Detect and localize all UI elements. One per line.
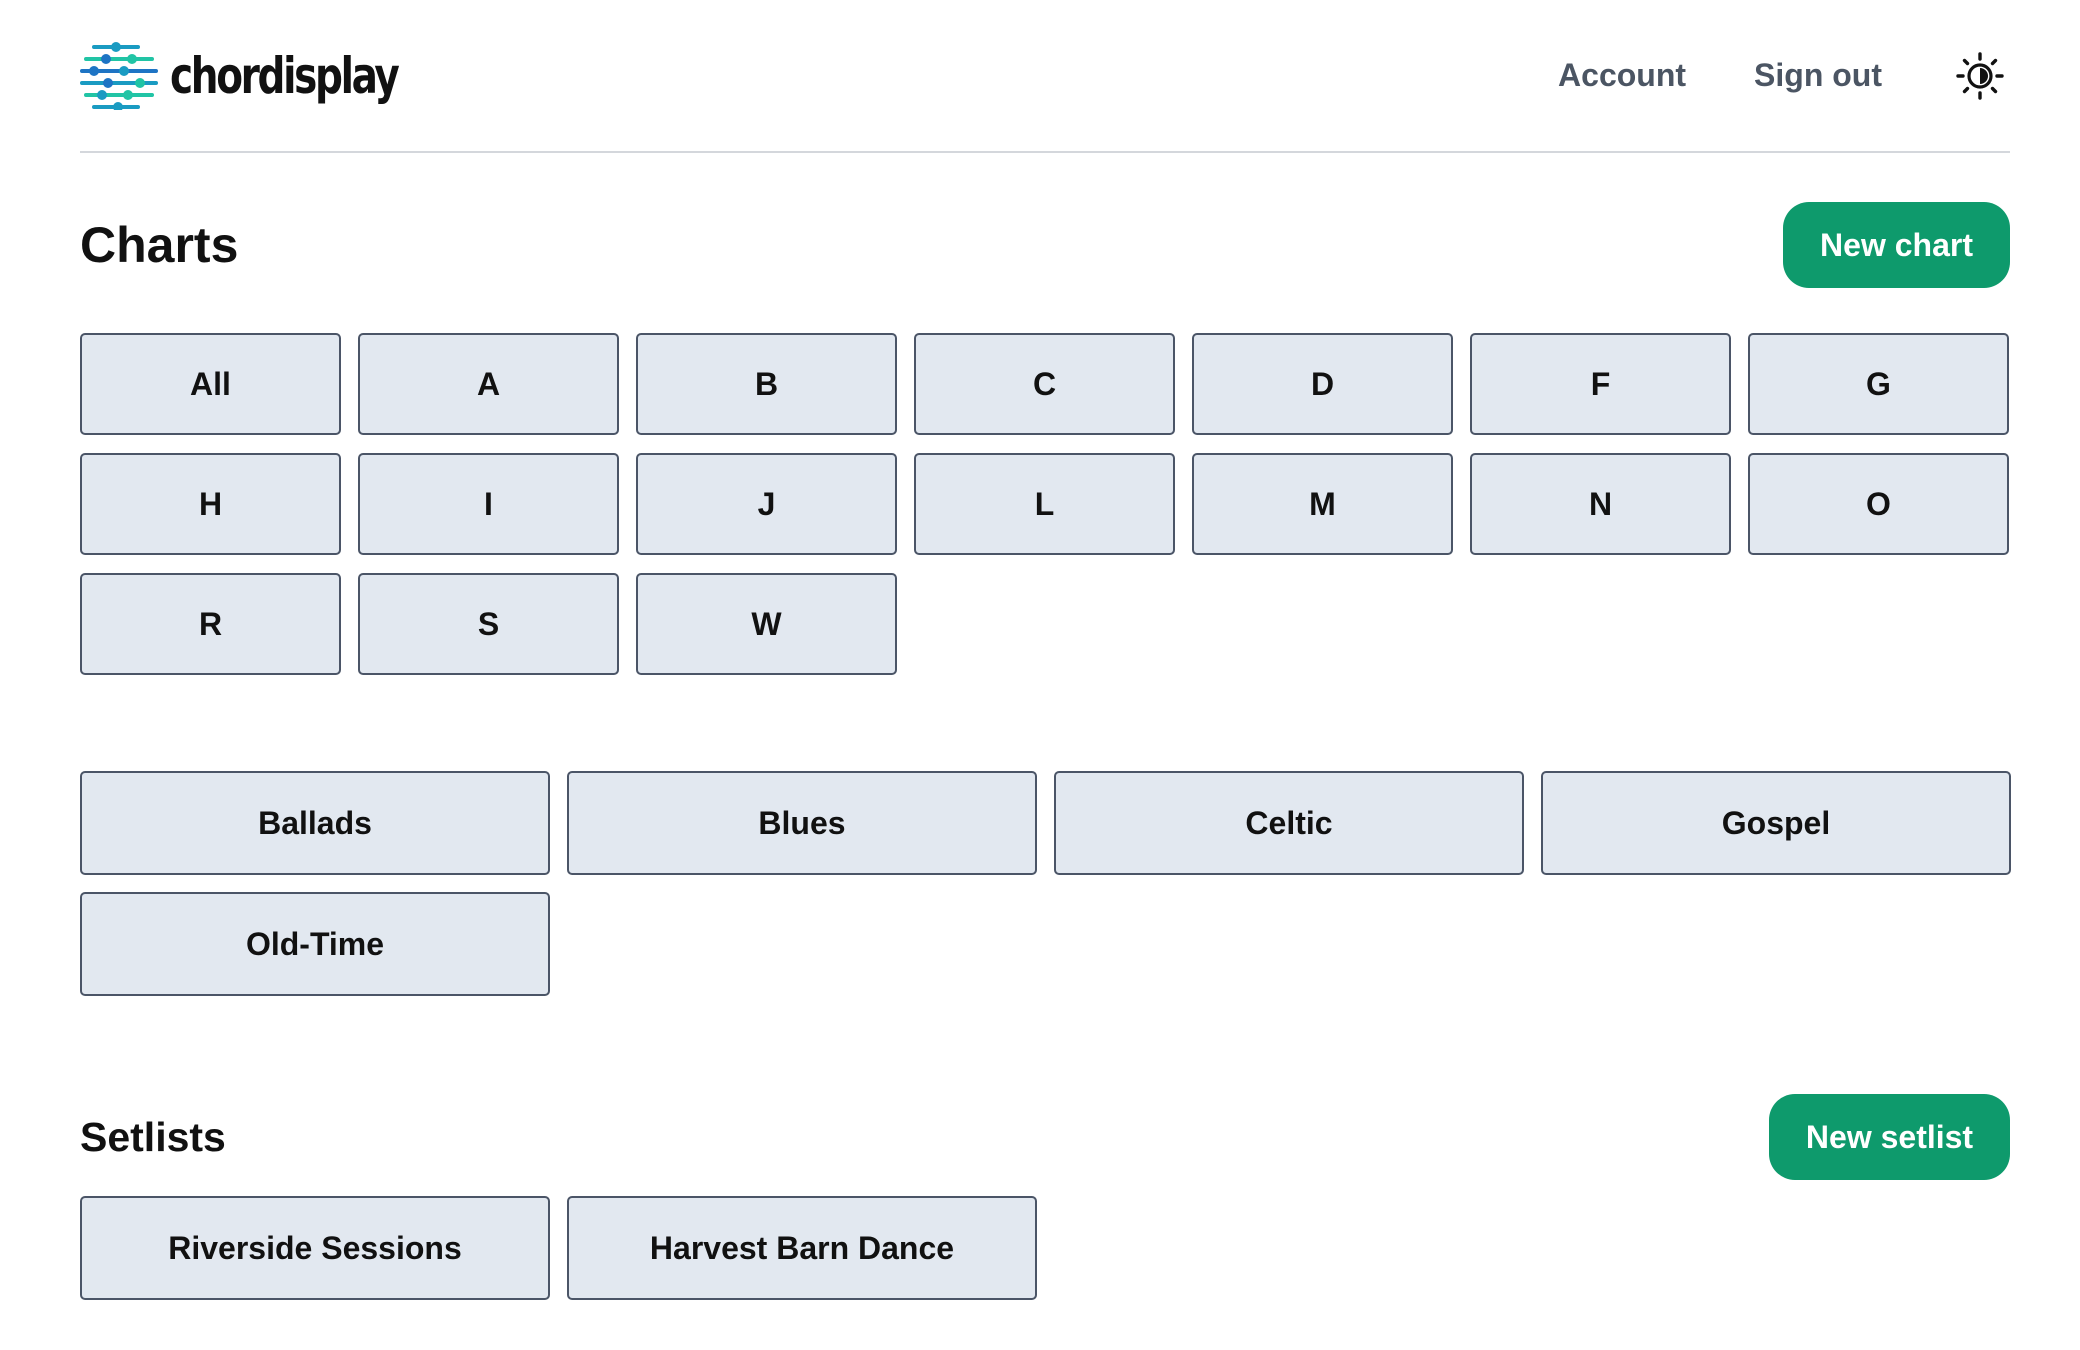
letter-filter-d[interactable]: D — [1192, 333, 1453, 435]
letter-filter-w[interactable]: W — [636, 573, 897, 675]
letter-filter-m[interactable]: M — [1192, 453, 1453, 555]
letter-filter-n[interactable]: N — [1470, 453, 1731, 555]
charts-title: Charts — [80, 217, 239, 273]
top-nav: Account Sign out — [1558, 48, 2010, 104]
setlist-harvest-barn-dance[interactable]: Harvest Barn Dance — [567, 1196, 1037, 1300]
letter-filter-o[interactable]: O — [1748, 453, 2009, 555]
sun-icon — [1956, 51, 2004, 100]
genre-filter-old-time[interactable]: Old-Time — [80, 892, 550, 996]
letter-filter-grid: All A B C D F G H I J L M N O R S W — [80, 333, 2010, 675]
new-setlist-button[interactable]: New setlist — [1769, 1094, 2010, 1180]
genre-filter-celtic[interactable]: Celtic — [1054, 771, 1524, 875]
letter-filter-s[interactable]: S — [358, 573, 619, 675]
sliders-logo-icon — [80, 41, 158, 110]
theme-toggle-button[interactable] — [1952, 48, 2008, 104]
account-link[interactable]: Account — [1558, 57, 1686, 94]
brand-logo[interactable]: chordisplay — [80, 41, 462, 110]
setlists-header: Setlists New setlist — [80, 1094, 2010, 1180]
genre-filter-grid: Ballads Blues Celtic Gospel Old-Time — [80, 771, 2011, 996]
setlist-grid: Riverside Sessions Harvest Barn Dance — [80, 1196, 2010, 1300]
letter-filter-f[interactable]: F — [1470, 333, 1731, 435]
letter-filter-r[interactable]: R — [80, 573, 341, 675]
setlist-riverside-sessions[interactable]: Riverside Sessions — [80, 1196, 550, 1300]
letter-filter-l[interactable]: L — [914, 453, 1175, 555]
genre-filter-blues[interactable]: Blues — [567, 771, 1037, 875]
letter-filter-i[interactable]: I — [358, 453, 619, 555]
brand-name: chordisplay — [170, 46, 400, 105]
setlists-title: Setlists — [80, 1113, 226, 1160]
letter-filter-b[interactable]: B — [636, 333, 897, 435]
letter-filter-h[interactable]: H — [80, 453, 341, 555]
letter-filter-g[interactable]: G — [1748, 333, 2009, 435]
letter-filter-a[interactable]: A — [358, 333, 619, 435]
page: chordisplay Account Sign out Charts New … — [80, 0, 2011, 1300]
sign-out-link[interactable]: Sign out — [1754, 57, 1882, 94]
letter-filter-j[interactable]: J — [636, 453, 897, 555]
letter-filter-c[interactable]: C — [914, 333, 1175, 435]
new-chart-button[interactable]: New chart — [1783, 202, 2010, 288]
letter-filter-all[interactable]: All — [80, 333, 341, 435]
charts-header: Charts New chart — [80, 202, 2010, 288]
top-bar: chordisplay Account Sign out — [80, 0, 2010, 153]
genre-filter-ballads[interactable]: Ballads — [80, 771, 550, 875]
genre-filter-gospel[interactable]: Gospel — [1541, 771, 2011, 875]
